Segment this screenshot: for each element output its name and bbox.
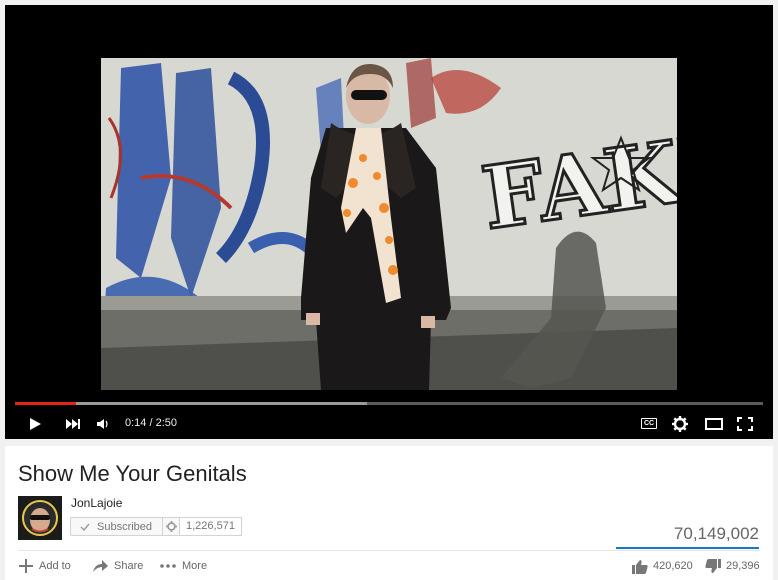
thumbs-down-icon (705, 558, 721, 573)
channel-avatar[interactable] (18, 496, 62, 540)
video-title: Show Me Your Genitals (18, 461, 247, 486)
player-controls: 0:14 / 2:50 CC (5, 408, 773, 439)
add-to-label: Add to (39, 560, 71, 572)
volume-icon (97, 418, 108, 429)
time-display: 0:14 / 2:50 (125, 408, 177, 439)
divider (18, 550, 760, 551)
add-to-button[interactable]: Add to (18, 556, 71, 576)
gear-icon (165, 521, 177, 532)
more-label: More (182, 560, 208, 572)
view-count: 70,149,002 (673, 524, 759, 543)
dislike-button[interactable]: 29,396 (705, 556, 760, 576)
next-button[interactable] (61, 408, 85, 439)
volume-button[interactable] (93, 408, 113, 439)
current-time: 0:14 (125, 417, 147, 429)
fullscreen-icon (737, 416, 753, 431)
subscriber-count: 1,226,571 (179, 517, 242, 536)
theater-icon (705, 417, 723, 430)
video-player[interactable]: FAKE 0:14 / 2:50 CC (5, 5, 773, 439)
subscribed-label: Subscribed (97, 520, 153, 533)
plus-icon (19, 559, 33, 573)
play-button[interactable] (23, 408, 47, 439)
subscribed-button[interactable]: Subscribed (70, 517, 163, 536)
play-icon (30, 417, 41, 430)
gear-icon (672, 415, 688, 432)
duration: 2:50 (155, 417, 178, 429)
more-icon (160, 564, 176, 568)
captions-button[interactable]: CC (638, 408, 660, 439)
like-button[interactable]: 420,620 (632, 556, 693, 576)
sentiment-bar (616, 547, 759, 549)
thumbs-up-icon (632, 559, 648, 574)
video-info-panel: Show Me Your Genitals JonLajoie Subscrib… (5, 446, 773, 580)
subscription-settings-button[interactable] (162, 517, 180, 536)
share-icon (93, 560, 108, 572)
channel-name[interactable]: JonLajoie (71, 496, 122, 510)
played-fill (15, 402, 77, 405)
settings-button[interactable] (669, 408, 691, 439)
theater-button[interactable] (702, 408, 726, 439)
share-label: Share (114, 560, 144, 572)
share-button[interactable]: Share (92, 556, 143, 576)
dislike-count: 29,396 (726, 560, 760, 572)
cc-icon: CC (640, 418, 658, 429)
fullscreen-button[interactable] (733, 408, 757, 439)
avatar-image (18, 496, 62, 540)
more-button[interactable]: More (159, 556, 207, 576)
check-icon (80, 523, 90, 531)
progress-bar[interactable] (15, 402, 763, 405)
like-count: 420,620 (653, 560, 693, 572)
next-icon (66, 418, 80, 429)
video-scene: FAKE (101, 58, 677, 390)
video-frame[interactable]: FAKE (101, 58, 677, 390)
